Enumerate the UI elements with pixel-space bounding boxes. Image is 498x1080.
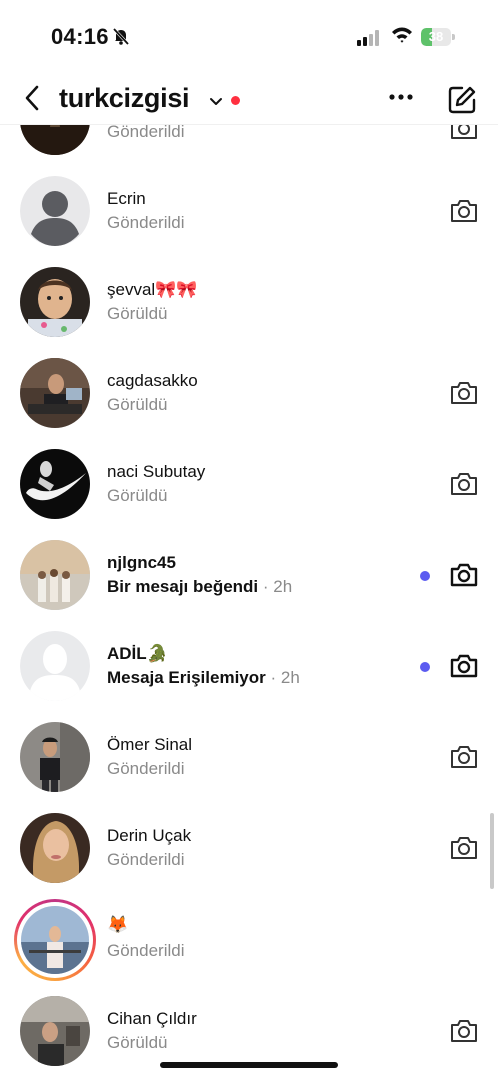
bell-slash-icon	[111, 26, 131, 51]
status-bar: 04:16 38	[0, 0, 498, 70]
avatar[interactable]	[20, 722, 90, 792]
camera-icon[interactable]	[449, 835, 479, 866]
conversation-status: Görüldü	[107, 395, 168, 414]
conversation-status: Mesaja Erişilemiyor	[107, 668, 266, 687]
conversation-status: Gönderildi	[107, 759, 185, 778]
avatar[interactable]	[20, 358, 90, 428]
conversation-name: 🦊	[107, 915, 129, 934]
conversation-row[interactable]: ADİL🐊 Mesaja Erişilemiyor · 2h	[0, 631, 498, 722]
conversation-status-line: Mesaja Erişilemiyor · 2h	[107, 668, 300, 688]
conversation-name: cagdasakko	[107, 371, 198, 390]
conversation-row[interactable]: cagdasakko Görüldü	[0, 358, 498, 449]
camera-icon[interactable]	[449, 1018, 479, 1049]
conversation-row[interactable]: 🦊 Gönderildi	[0, 899, 498, 993]
header: turkcizgisi	[0, 70, 498, 125]
conversation-status: Gönderildi	[107, 941, 185, 960]
conversation-row[interactable]: Ecrin Gönderildi	[0, 176, 498, 267]
avatar[interactable]	[20, 996, 90, 1066]
conversation-time: · 2h	[262, 577, 293, 596]
wifi-icon	[391, 26, 413, 49]
more-icon[interactable]	[388, 88, 414, 106]
battery-level: 38	[428, 29, 444, 44]
conversation-name: Derin Uçak	[107, 826, 192, 845]
unread-dot	[420, 571, 430, 581]
conversation-name: şevval🎀🎀	[107, 280, 198, 299]
avatar[interactable]	[20, 813, 90, 883]
avatar[interactable]	[20, 540, 90, 610]
conversation-name: Ömer Sinal	[107, 735, 193, 754]
avatar[interactable]	[21, 906, 89, 974]
camera-icon[interactable]	[449, 471, 479, 502]
account-username[interactable]: turkcizgisi	[59, 83, 190, 114]
avatar[interactable]	[20, 631, 90, 701]
conversation-list[interactable]: Gönderildi Ecrin Gönderildi şevval🎀🎀 Gör…	[0, 0, 498, 1080]
conversation-status: Gönderildi	[107, 122, 185, 141]
unread-dot	[420, 662, 430, 672]
conversation-status: Gönderildi	[107, 850, 185, 869]
conversation-row[interactable]: Ömer Sinal Gönderildi	[0, 722, 498, 813]
conversation-name: Ecrin	[107, 189, 146, 208]
clock: 04:16	[51, 24, 109, 49]
conversation-status: Görüldü	[107, 1033, 168, 1052]
scrollbar[interactable]	[490, 813, 494, 889]
conversation-name: naci Subutay	[107, 462, 206, 481]
cellular-signal-icon	[357, 30, 381, 51]
conversation-row[interactable]: naci Subutay Görüldü	[0, 449, 498, 540]
conversation-time: · 2h	[270, 668, 300, 687]
camera-icon[interactable]	[449, 744, 479, 775]
conversation-status: Gönderildi	[107, 213, 185, 232]
camera-icon[interactable]	[449, 562, 479, 593]
compose-icon[interactable]	[447, 85, 477, 120]
home-indicator[interactable]	[160, 1062, 338, 1068]
avatar[interactable]	[20, 449, 90, 519]
avatar[interactable]	[20, 267, 90, 337]
back-arrow-icon[interactable]	[22, 84, 42, 117]
conversation-status: Görüldü	[107, 304, 168, 323]
camera-icon[interactable]	[449, 380, 479, 411]
conversation-name: njlgnc45	[107, 553, 176, 572]
avatar[interactable]	[20, 176, 90, 246]
chevron-down-icon[interactable]	[209, 94, 223, 112]
story-ring[interactable]	[14, 899, 96, 981]
conversation-status: Görüldü	[107, 486, 168, 505]
conversation-name: ADİL🐊	[107, 644, 168, 663]
conversation-status: Bir mesajı beğendi	[107, 577, 259, 596]
conversation-row[interactable]: şevval🎀🎀 Görüldü	[0, 267, 498, 358]
conversation-status-line: Bir mesajı beğendi · 2h	[107, 577, 292, 597]
battery-icon: 38	[421, 28, 455, 46]
camera-icon[interactable]	[449, 653, 479, 684]
conversation-name: Cihan Çıldır	[107, 1009, 197, 1028]
conversation-row[interactable]: Derin Uçak Gönderildi	[0, 813, 498, 904]
notification-dot	[231, 96, 240, 105]
camera-icon[interactable]	[449, 198, 479, 229]
conversation-row[interactable]: njlgnc45 Bir mesajı beğendi · 2h	[0, 540, 498, 631]
